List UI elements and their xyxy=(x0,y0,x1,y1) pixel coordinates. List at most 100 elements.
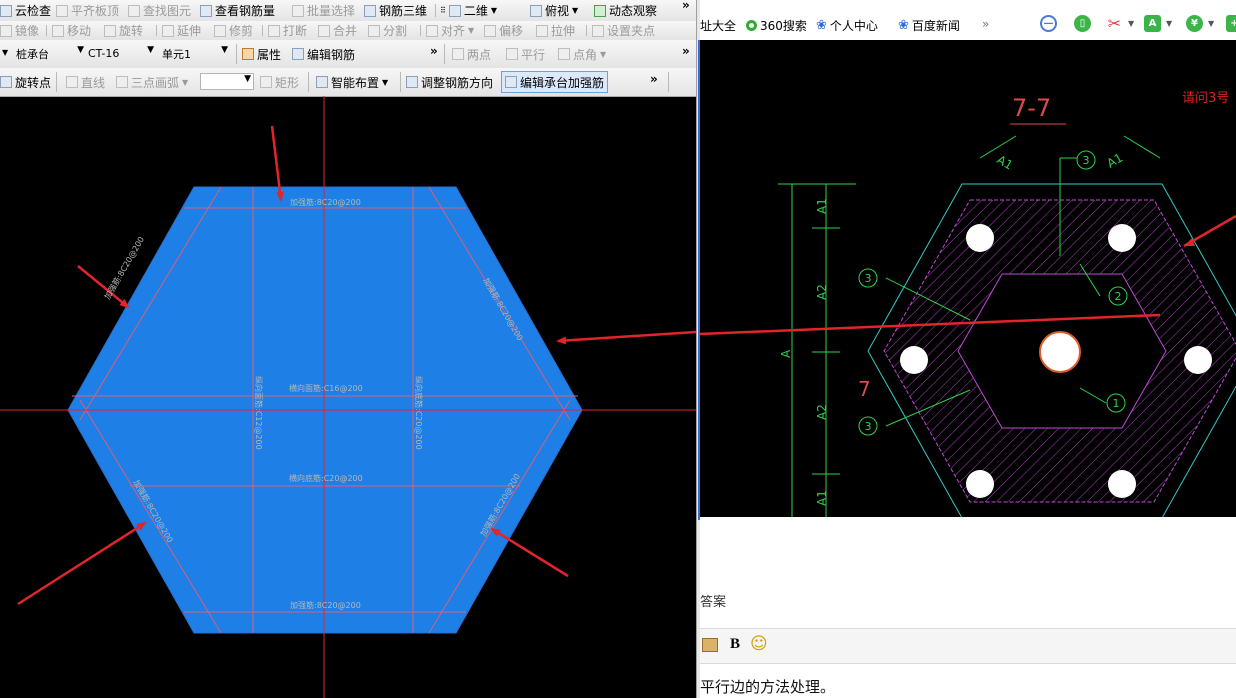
view-2d-dropdown[interactable]: ⠿ 二维 ▼ xyxy=(440,0,497,21)
edit-rebar-button[interactable]: 编辑钢筋 xyxy=(292,40,355,68)
reader-icon[interactable]: ▯ xyxy=(1074,15,1091,32)
dropdown-arrow-icon: ▼ xyxy=(490,6,498,15)
merge-icon xyxy=(318,24,330,37)
section-title: 7-7 xyxy=(1012,94,1051,122)
flush-slab-top-button[interactable]: 平齐板顶 xyxy=(56,0,119,21)
view-rebar-quantity-button[interactable]: 查看钢筋量 xyxy=(200,0,275,21)
zoom-out-icon[interactable]: — xyxy=(1040,15,1057,32)
align-icon xyxy=(426,24,438,37)
break-button[interactable]: 打断 xyxy=(268,21,307,40)
toolbar-separator xyxy=(444,44,445,64)
emoji-button[interactable]: ☺ xyxy=(750,634,768,654)
dynamic-observe-button[interactable]: 动态观察 xyxy=(594,0,657,21)
two-points-button[interactable]: 两点 xyxy=(452,40,491,68)
properties-icon xyxy=(242,48,254,60)
arc-icon xyxy=(116,76,128,88)
rectangle-button[interactable]: 矩形 xyxy=(260,68,299,96)
payment-icon[interactable]: ¥ xyxy=(1186,15,1203,32)
trim-button[interactable]: 修剪 xyxy=(214,21,253,40)
move-button[interactable]: 移动 xyxy=(52,21,91,40)
label-horizontal-bottom-rebar: 横向底筋:C20@200 xyxy=(289,474,363,483)
offset-icon xyxy=(484,24,496,37)
mirror-button[interactable]: 镜像 xyxy=(0,21,39,40)
translate-icon[interactable]: A xyxy=(1144,15,1161,32)
toolbar-separator xyxy=(435,4,436,17)
properties-button[interactable]: 属性 xyxy=(242,40,281,68)
toolbar-separator xyxy=(156,25,157,36)
bookmark-site-nav[interactable]: 址大全 xyxy=(700,17,736,34)
question-cad-image: 7-7 请问3号 A1 A2 A A2 A1 A1 A1 3 3 3 2 1 7 xyxy=(700,40,1236,517)
smart-layout-dropdown[interactable]: 智能布置 ▼ xyxy=(316,68,388,96)
category-select[interactable]: 桩承台 ▼ xyxy=(14,45,86,62)
extend-icon xyxy=(162,24,174,37)
set-pinch-point-button[interactable]: 设置夹点 xyxy=(592,21,655,40)
bookmark-baidu-news[interactable]: ❀ 百度新闻 xyxy=(898,17,960,34)
svg-text:3: 3 xyxy=(865,420,872,433)
bookmark-360-search[interactable]: 360搜索 xyxy=(746,17,807,34)
adjust-rebar-direction-button[interactable]: 调整钢筋方向 xyxy=(406,68,493,96)
toolbar-overflow-icon[interactable]: » xyxy=(682,0,690,12)
find-element-icon xyxy=(128,4,140,17)
split-button[interactable]: 分割 xyxy=(368,21,407,40)
top-view-icon xyxy=(530,4,542,17)
dropdown-arrow-icon: ▼ xyxy=(244,74,251,84)
dropdown-arrow-icon: ▼ xyxy=(221,45,228,55)
edit-cap-strengthen-rebar-button[interactable]: 编辑承台加强筋 xyxy=(501,71,609,93)
svg-text:2: 2 xyxy=(1115,290,1122,303)
dropdown-arrow-icon: ▼ xyxy=(182,77,189,87)
extend-button[interactable]: 延伸 xyxy=(162,21,201,40)
bookmarks-more-button[interactable]: » xyxy=(982,17,989,31)
element-select[interactable]: CT-16 ▼ xyxy=(86,45,156,62)
toolbar-overflow-icon[interactable]: » xyxy=(682,44,690,58)
three-point-arc-dropdown[interactable]: 三点画弧 ▼ xyxy=(116,68,188,96)
arc-option-select[interactable]: ▼ xyxy=(200,73,254,90)
rotate-button[interactable]: 旋转 xyxy=(104,21,143,40)
arrow-from-right-image xyxy=(556,330,696,345)
find-element-button[interactable]: 查找图元 xyxy=(128,0,191,21)
rotate-point-button[interactable]: 旋转点 xyxy=(0,68,51,96)
extension-icon[interactable]: + xyxy=(1226,15,1236,32)
line-icon xyxy=(66,76,78,88)
bookmarks-bar: 址大全 360搜索 ❀ 个人中心 ❀ 百度新闻 » — ▯ ✂ ▼ A ▼ ¥ … xyxy=(700,0,1236,41)
toolbar-separator xyxy=(56,72,57,92)
label-vertical-top-rebar: 纵向面筋:C12@200 xyxy=(254,376,263,450)
align-dropdown[interactable]: 对齐 ▼ xyxy=(426,21,474,40)
bookmark-personal-center[interactable]: ❀ 个人中心 xyxy=(816,17,878,34)
parallel-button[interactable]: 平行 xyxy=(506,40,545,68)
bold-button[interactable]: B xyxy=(730,636,740,653)
toolbar-separator xyxy=(400,72,401,92)
unit-select[interactable]: 单元1 ▼ xyxy=(160,45,230,62)
toolbar-separator xyxy=(46,25,47,36)
svg-text:A: A xyxy=(779,349,793,358)
label-horizontal-top-rebar: 横向面筋:C16@200 xyxy=(289,384,363,393)
dropdown-arrow-icon[interactable]: ▼ xyxy=(1208,19,1214,28)
point-angle-icon xyxy=(558,48,570,60)
offset-button[interactable]: 偏移 xyxy=(484,21,523,40)
insert-image-icon[interactable] xyxy=(702,638,718,652)
dropdown-arrow-icon[interactable]: ▼ xyxy=(1166,19,1172,28)
cad-application-window: 云检查 平齐板顶 查找图元 查看钢筋量 批量选择 钢筋三维 ⠿ 二维 ▼ 俯视 … xyxy=(0,0,696,698)
dropdown-arrow-icon: ▼ xyxy=(147,45,154,55)
toolbar-overflow-icon[interactable]: » xyxy=(650,72,658,86)
top-view-dropdown[interactable]: 俯视 ▼ xyxy=(530,0,578,21)
point-angle-dropdown[interactable]: 点角 ▼ xyxy=(558,40,606,68)
svg-text:1: 1 xyxy=(1113,397,1120,410)
merge-button[interactable]: 合并 xyxy=(318,21,357,40)
screenshot-scissors-icon[interactable]: ✂ xyxy=(1106,14,1123,33)
dropdown-arrow-icon: ▼ xyxy=(77,45,84,55)
toolbar-overflow-icon[interactable]: » xyxy=(430,44,438,58)
rebar-3d-button[interactable]: 钢筋三维 xyxy=(364,0,427,21)
cloud-check-button[interactable]: 云检查 xyxy=(0,0,51,21)
dropdown-arrow-icon[interactable]: ▼ xyxy=(1128,19,1134,28)
dropdown-arrow-icon: ▼ xyxy=(468,26,475,35)
rotate-icon xyxy=(104,24,116,37)
drawing-canvas[interactable]: 加强筋:8C20@200 加强筋:8C20@200 加强筋:8C20@200 加… xyxy=(0,96,696,698)
browser-window: 址大全 360搜索 ❀ 个人中心 ❀ 百度新闻 » — ▯ ✂ ▼ A ▼ ¥ … xyxy=(700,0,1236,698)
stretch-button[interactable]: 拉伸 xyxy=(536,21,575,40)
line-button[interactable]: 直线 xyxy=(66,68,105,96)
baidu-paw-icon: ❀ xyxy=(898,18,909,33)
break-icon xyxy=(268,24,280,37)
toolbar-row-2: 镜像 移动 旋转 延伸 修剪 打断 合并 分割 对齐 ▼ 偏移 拉伸 设置夹点 xyxy=(0,21,696,41)
view-2d-icon xyxy=(448,4,461,17)
batch-select-button[interactable]: 批量选择 xyxy=(292,0,355,21)
